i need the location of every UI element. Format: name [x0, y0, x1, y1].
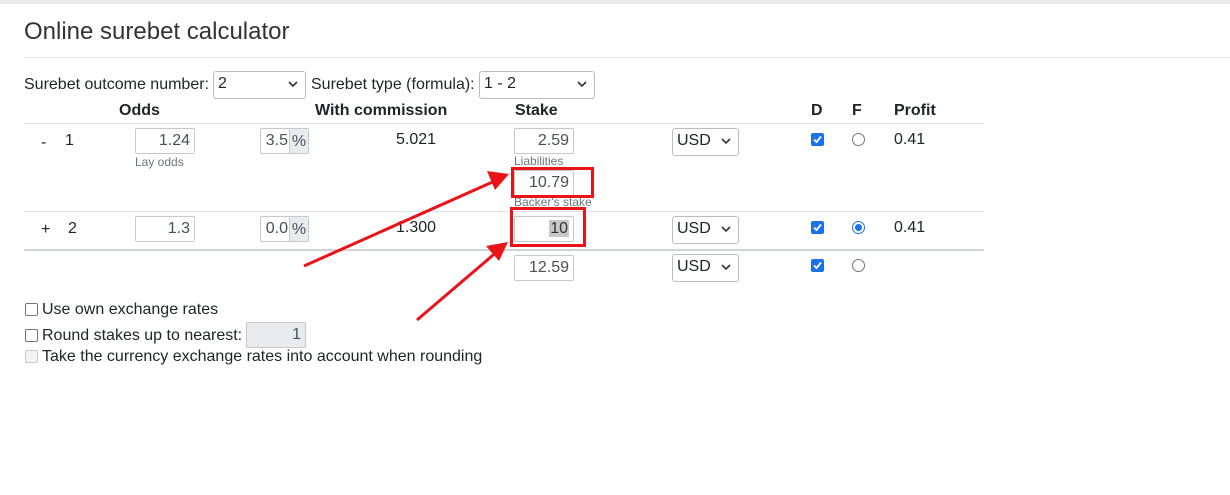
- annotation-arrows: [303, 171, 509, 322]
- annotation-arrow-1: [303, 171, 509, 268]
- annotation-arrow-2: [416, 242, 508, 322]
